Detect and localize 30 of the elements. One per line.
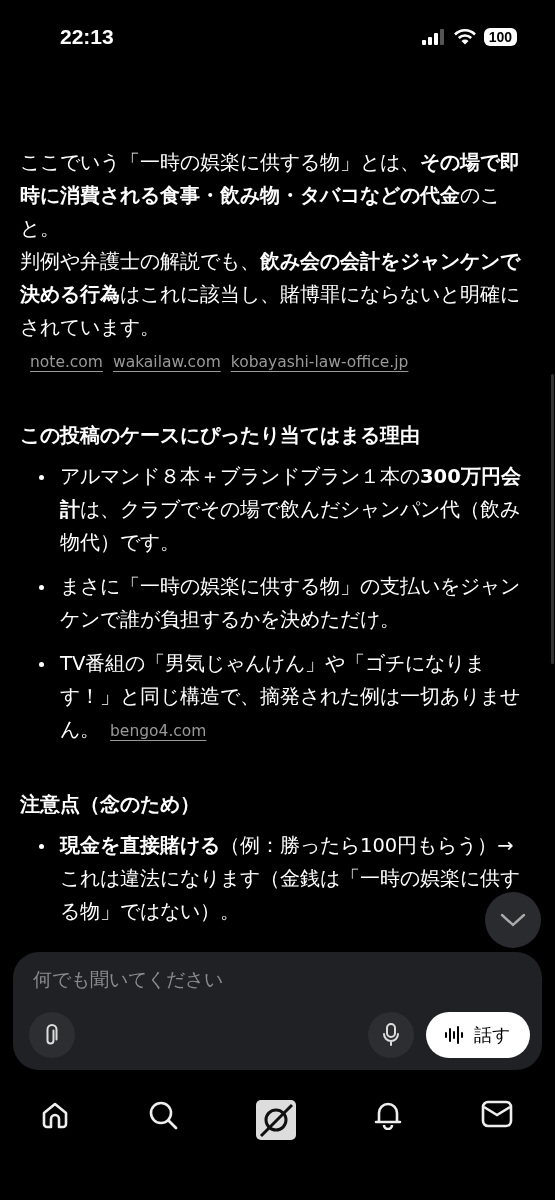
- microphone-button[interactable]: [368, 1012, 414, 1058]
- bullet-item: まさに「一時の娯楽に供する物」の支払いをジャンケンで誰が負担するかを決めただけ。: [38, 570, 531, 636]
- search-icon[interactable]: [147, 1100, 178, 1130]
- waveform-icon: [444, 1026, 464, 1044]
- bullet-item: 現金を直接賭ける（例：勝ったら100円もらう）→ これは違法になります（金銭は「一時の娯楽に供する物」ではない）。: [38, 829, 531, 928]
- battery-level: 100: [483, 28, 517, 46]
- input-field[interactable]: 何でも聞いてください: [29, 968, 530, 990]
- source-link[interactable]: bengo4.com: [110, 722, 207, 740]
- status-time: 22:13: [60, 25, 114, 49]
- section-heading: この投稿のケースにぴったり当てはまる理由: [20, 423, 421, 449]
- signal-icon: [421, 29, 446, 45]
- bullet-item: TV番組の「男気じゃんけん」や「ゴチになります！」と同じ構造で、摘発された例は一切ありません。 bengo4.com: [38, 647, 531, 748]
- source-link[interactable]: wakailaw.com: [112, 353, 221, 371]
- bullet-item: アルマンド８本＋ブランドブラン１本の300万円会計は、クラブでその場で飲んだシャンパン代（飲み物代）です。: [38, 460, 531, 559]
- scroll-down-button[interactable]: [485, 892, 541, 948]
- wifi-icon: [453, 29, 476, 45]
- talk-button[interactable]: 話す: [426, 1012, 530, 1058]
- source-link[interactable]: kobayashi-law-office.jp: [230, 353, 409, 371]
- microphone-icon: [382, 1023, 400, 1047]
- home-icon[interactable]: [40, 1100, 70, 1130]
- section-heading: 注意点（念のため）: [20, 792, 201, 818]
- paragraph: ここでいう「一時の娯楽に供する物」とは、その場で即時に消費される食事・飲み物・タバコなどの代金のこと。: [20, 150, 521, 242]
- app-logo-icon[interactable]: [255, 1100, 296, 1140]
- source-link[interactable]: note.com: [30, 353, 103, 371]
- chevron-down-icon: [500, 913, 526, 927]
- mail-icon[interactable]: [481, 1100, 513, 1128]
- paperclip-icon: [44, 1024, 60, 1046]
- bell-icon[interactable]: [373, 1100, 404, 1130]
- attach-button[interactable]: [29, 1012, 75, 1058]
- paragraph: 判例や弁護士の解説でも、飲み会の会計をジャンケンで決める行為はこれに該当し、賭博罪にならないと明確にされています。 note.com wakailaw.com kobayashi-law-office.jp: [20, 249, 522, 373]
